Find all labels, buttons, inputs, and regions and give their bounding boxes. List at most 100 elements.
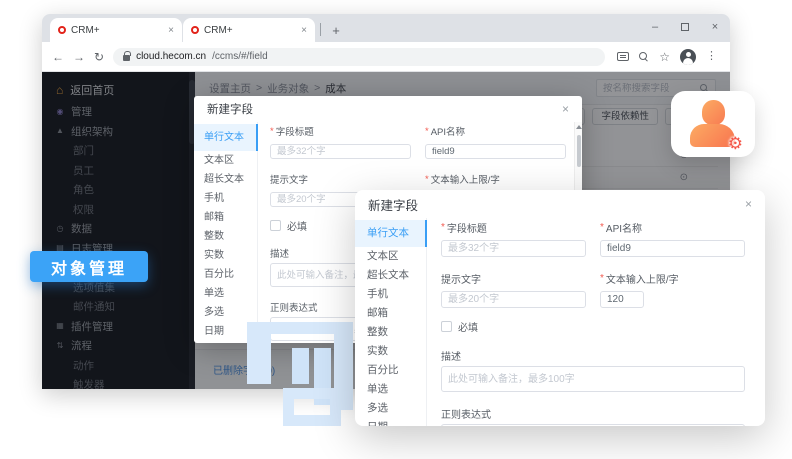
regex-label: 正则表达式	[441, 406, 745, 421]
toolbar-icons: ☆ ⋮	[617, 49, 717, 65]
scrollbar-thumb[interactable]	[577, 135, 581, 167]
field-title-input[interactable]	[270, 144, 411, 159]
tab-title: CRM+	[71, 25, 163, 36]
type-single-line-text[interactable]: 单行文本	[194, 124, 258, 151]
type-decimal[interactable]: 实数	[194, 246, 257, 265]
close-window-button[interactable]: ×	[700, 14, 730, 40]
description-textarea[interactable]	[441, 366, 745, 392]
api-name-input[interactable]	[600, 240, 745, 257]
type-integer[interactable]: 整数	[194, 227, 257, 246]
url-host: cloud.hecom.cn	[136, 51, 206, 62]
field-type-list: 单行文本 文本区 超长文本 手机 邮箱 整数 实数 百分比 单选 多选 日期	[194, 122, 258, 343]
type-percent[interactable]: 百分比	[355, 361, 426, 380]
address-bar[interactable]: cloud.hecom.cn /ccms/#/field	[113, 48, 605, 66]
menu-kebab-icon[interactable]: ⋮	[706, 51, 717, 62]
close-icon[interactable]: ×	[745, 198, 752, 210]
text-limit-label: *文本输入上限/字	[425, 172, 566, 186]
browser-toolbar: ← → ↻ cloud.hecom.cn /ccms/#/field ☆ ⋮	[42, 42, 730, 72]
required-checkbox-row[interactable]: 必填	[441, 319, 745, 334]
required-mark: *	[425, 174, 429, 185]
watermark-shape	[283, 388, 341, 426]
type-email[interactable]: 邮箱	[194, 208, 257, 227]
required-mark: *	[600, 222, 604, 233]
type-multi-select[interactable]: 多选	[194, 303, 257, 322]
required-checkbox-label: 必填	[458, 319, 478, 334]
tab-separator	[320, 23, 321, 36]
type-date[interactable]: 日期	[355, 418, 426, 426]
translate-icon[interactable]	[617, 52, 629, 61]
hint-text-input[interactable]	[441, 291, 586, 308]
type-long-text[interactable]: 超长文本	[355, 266, 426, 285]
type-integer[interactable]: 整数	[355, 323, 426, 342]
modal-title: 新建字段	[207, 101, 253, 117]
api-name-label: *API名称	[425, 124, 566, 138]
required-mark: *	[270, 126, 274, 137]
required-checkbox-label: 必填	[287, 218, 307, 233]
tab-title: CRM+	[204, 25, 296, 36]
object-management-callout[interactable]: 对象管理	[30, 251, 148, 282]
required-mark: *	[441, 222, 445, 233]
field-title-label: *字段标题	[270, 124, 411, 138]
type-long-text[interactable]: 超长文本	[194, 170, 257, 189]
hecom-favicon-icon	[191, 26, 199, 34]
reload-icon[interactable]: ↻	[94, 51, 104, 63]
new-tab-button[interactable]: +	[325, 18, 347, 42]
scroll-up-icon[interactable]	[575, 122, 582, 132]
api-name-label: *API名称	[600, 220, 745, 235]
type-decimal[interactable]: 实数	[355, 342, 426, 361]
field-form: *字段标题 *API名称 提示文字 *文本输入上限/字	[427, 218, 765, 426]
lock-icon	[123, 55, 130, 61]
modal-header: 新建字段 ×	[355, 190, 765, 218]
new-field-card: 新建字段 × 单行文本 文本区 超长文本 手机 邮箱 整数 实数 百分比 单选 …	[355, 190, 765, 426]
regex-textarea[interactable]	[441, 424, 745, 426]
forward-icon[interactable]: →	[73, 51, 85, 63]
browser-tabstrip: CRM+ × CRM+ × + – ×	[42, 14, 730, 42]
watermark-shape	[247, 322, 271, 384]
hint-text-label: 提示文字	[270, 172, 411, 186]
bookmark-star-icon[interactable]: ☆	[659, 51, 670, 63]
zoom-icon[interactable]	[639, 52, 649, 62]
hecom-favicon-icon	[58, 26, 66, 34]
browser-tab-1[interactable]: CRM+ ×	[50, 18, 182, 42]
type-mobile[interactable]: 手机	[194, 189, 257, 208]
watermark-shape	[292, 348, 309, 384]
type-multi-select[interactable]: 多选	[355, 399, 426, 418]
profile-avatar-icon[interactable]	[680, 49, 696, 65]
type-single-select[interactable]: 单选	[355, 380, 426, 399]
type-mobile[interactable]: 手机	[355, 285, 426, 304]
close-icon[interactable]: ×	[562, 103, 569, 115]
browser-tab-2[interactable]: CRM+ ×	[183, 18, 315, 42]
field-type-list: 单行文本 文本区 超长文本 手机 邮箱 整数 实数 百分比 单选 多选 日期	[355, 218, 427, 426]
maximize-button[interactable]	[670, 14, 700, 40]
maximize-icon	[681, 23, 689, 31]
required-mark: *	[600, 273, 604, 284]
hint-text-label: 提示文字	[441, 271, 586, 286]
required-mark: *	[425, 126, 429, 137]
admin-avatar-badge: ⚙	[671, 91, 755, 157]
field-title-input[interactable]	[441, 240, 586, 257]
window-controls: – ×	[640, 14, 730, 40]
canvas: CRM+ × CRM+ × + – × ← → ↻ cloud.hecom.cn	[0, 0, 792, 459]
type-textarea[interactable]: 文本区	[194, 151, 257, 170]
type-single-select[interactable]: 单选	[194, 284, 257, 303]
checkbox-icon[interactable]	[441, 321, 452, 332]
minimize-button[interactable]: –	[640, 14, 670, 40]
text-limit-label: *文本输入上限/字	[600, 271, 745, 286]
api-name-input[interactable]	[425, 144, 566, 159]
person-icon	[702, 100, 725, 125]
back-icon[interactable]: ←	[52, 51, 64, 63]
tab-close-icon[interactable]: ×	[301, 25, 307, 36]
modal-body: 单行文本 文本区 超长文本 手机 邮箱 整数 实数 百分比 单选 多选 日期 *…	[355, 218, 765, 426]
type-email[interactable]: 邮箱	[355, 304, 426, 323]
type-textarea[interactable]: 文本区	[355, 247, 426, 266]
url-path: /ccms/#/field	[212, 51, 268, 62]
text-limit-input[interactable]	[600, 291, 644, 308]
modal-header: 新建字段 ×	[194, 96, 582, 122]
modal-title: 新建字段	[368, 195, 418, 214]
type-percent[interactable]: 百分比	[194, 265, 257, 284]
gear-icon: ⚙	[728, 135, 743, 152]
checkbox-icon[interactable]	[270, 220, 281, 231]
type-single-line-text[interactable]: 单行文本	[355, 220, 427, 247]
field-title-label: *字段标题	[441, 220, 586, 235]
tab-close-icon[interactable]: ×	[168, 25, 174, 36]
